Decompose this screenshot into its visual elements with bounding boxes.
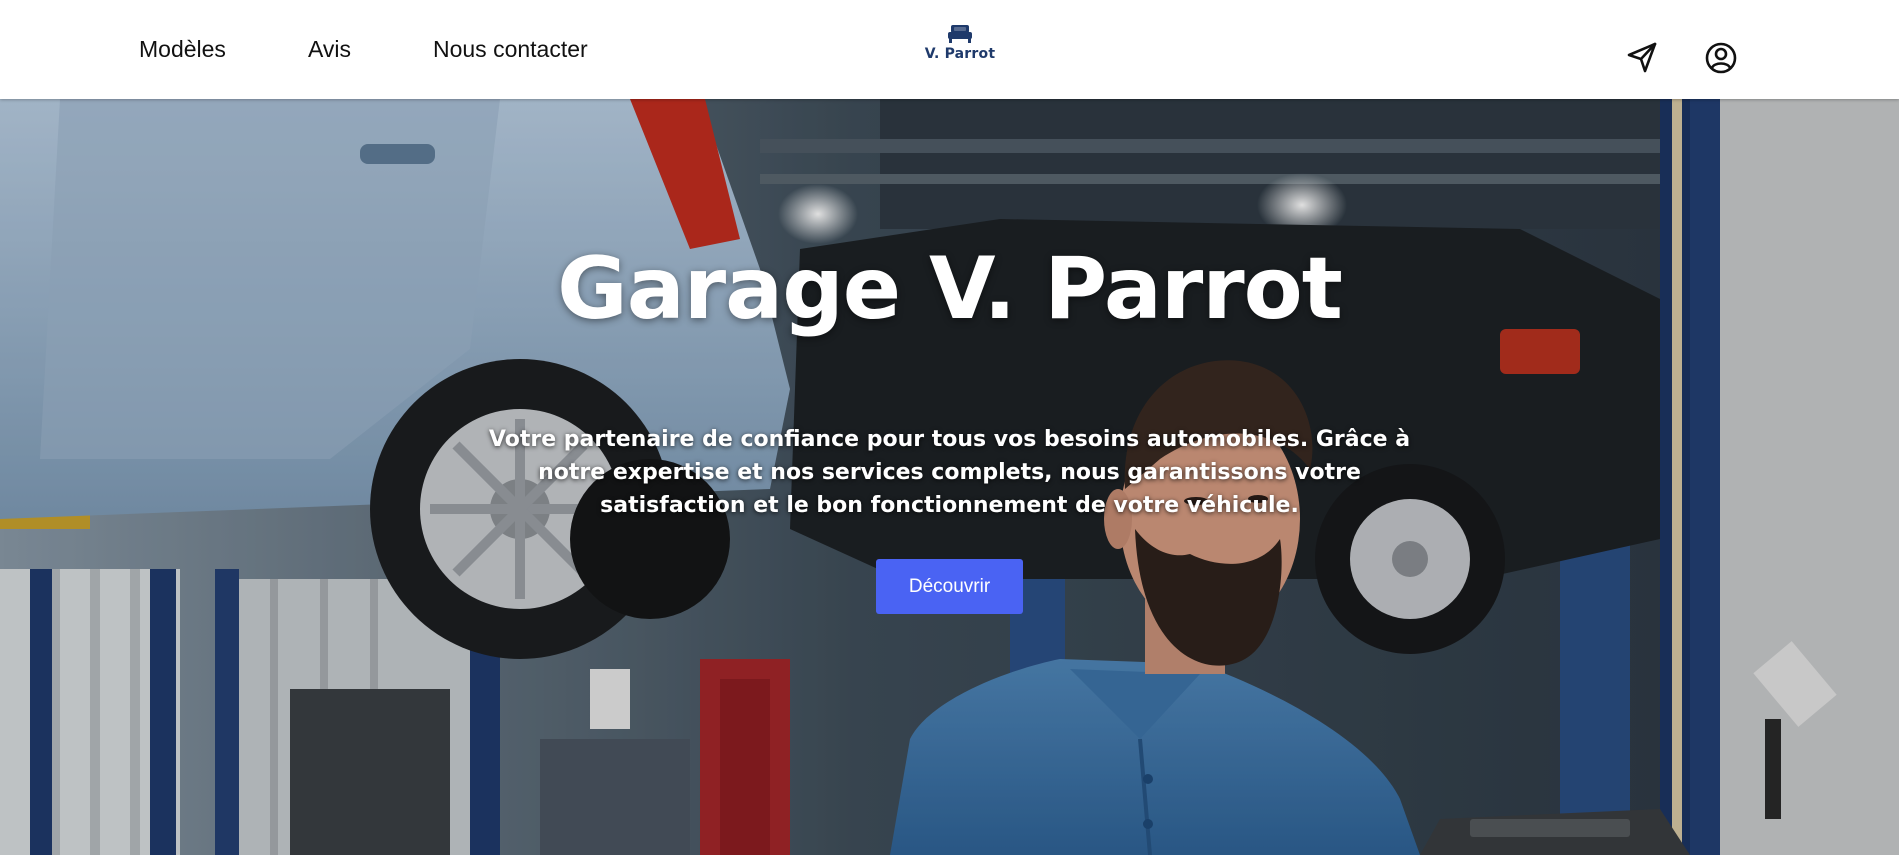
nav-link-contact[interactable]: Nous contacter [433,36,588,63]
nav-link-avis[interactable]: Avis [308,36,351,63]
hero-subtitle: Votre partenaire de confiance pour tous … [488,427,1411,518]
nav-link-modeles[interactable]: Modèles [139,36,226,63]
hero-content: Garage V. Parrot Votre partenaire de con… [0,99,1899,855]
site-header: Modèles Avis Nous contacter V. Parrot [0,0,1899,99]
hero-title: Garage V. Parrot [557,239,1343,339]
send-arrow-icon[interactable] [1624,40,1660,76]
discover-button[interactable]: Découvrir [876,559,1023,614]
car-seat-icon [946,24,974,44]
main-nav: Modèles Avis Nous contacter [139,0,670,99]
site-logo[interactable]: V. Parrot [920,24,1000,80]
hero-section: Garage V. Parrot Votre partenaire de con… [0,99,1899,855]
user-circle-icon[interactable] [1703,40,1739,76]
logo-text: V. Parrot [924,46,996,62]
